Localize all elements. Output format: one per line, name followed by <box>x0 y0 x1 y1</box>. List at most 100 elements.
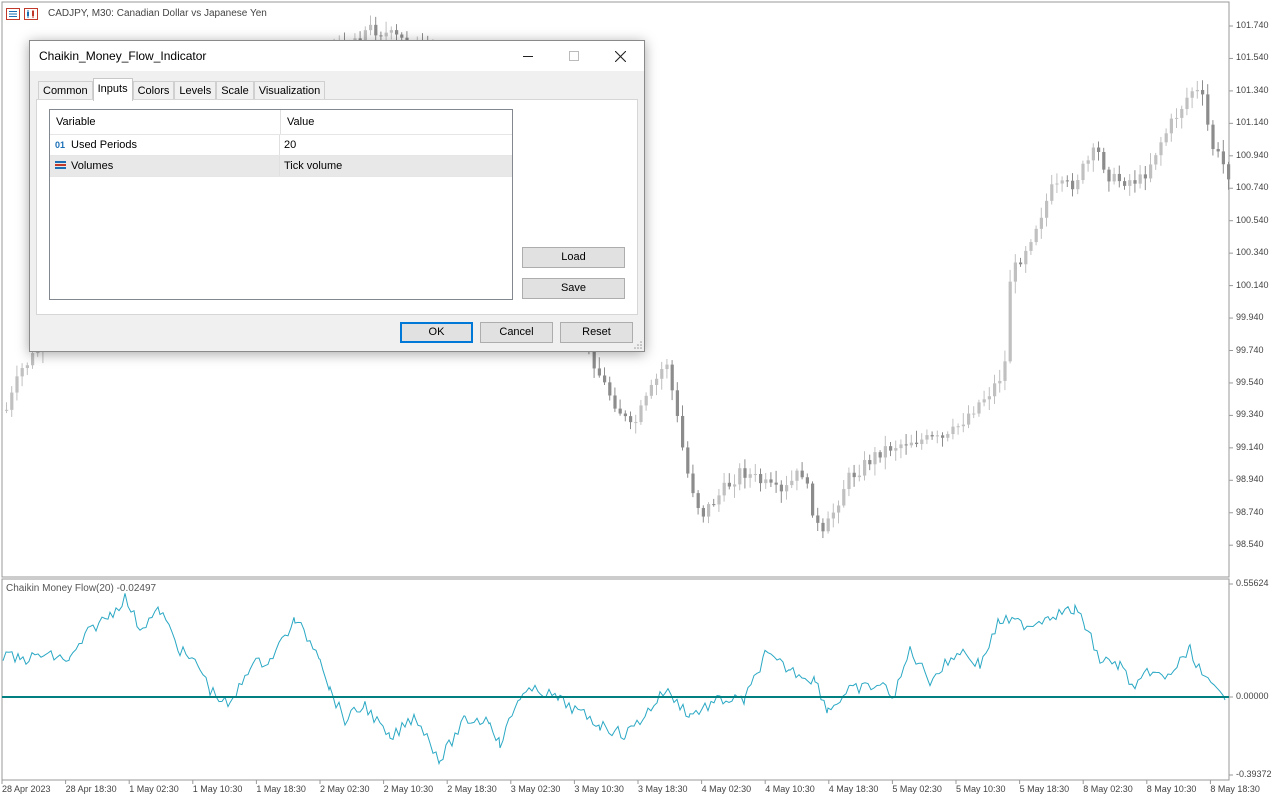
save-button[interactable]: Save <box>522 278 625 299</box>
candle-body <box>1102 151 1106 170</box>
resize-grip-icon[interactable] <box>634 341 642 349</box>
candle-body <box>904 444 908 446</box>
header-value[interactable]: Value <box>281 110 511 134</box>
inputs-grid[interactable]: Variable Value 01 Used Periods 20 Volume… <box>49 109 513 300</box>
candle-body <box>956 426 960 428</box>
candle-body <box>842 489 846 506</box>
candle-body <box>925 435 929 440</box>
value-cell[interactable]: 20 <box>280 135 510 155</box>
candle-body <box>759 474 763 484</box>
candle-body <box>930 435 934 437</box>
candle-body <box>634 422 638 424</box>
candle-body <box>701 507 705 517</box>
candle-body <box>821 522 825 532</box>
time-tick-label: 1 May 02:30 <box>129 784 179 794</box>
candle-body <box>816 515 820 523</box>
time-tick-label: 5 May 02:30 <box>892 784 942 794</box>
price-tick-label: 99.740 <box>1236 344 1264 355</box>
candle-body <box>1055 183 1059 185</box>
grid-row-used-periods[interactable]: 01 Used Periods 20 <box>50 135 512 156</box>
candle-body <box>1216 149 1220 152</box>
candle-body <box>1086 160 1090 164</box>
time-tick-label: 3 May 18:30 <box>638 784 688 794</box>
candle-body <box>1071 180 1075 190</box>
candle-body <box>613 395 617 409</box>
tab-inputs[interactable]: Inputs <box>92 78 133 101</box>
indicator-dialog: Chaikin_Money_Flow_Indicator Common Inpu… <box>29 40 645 352</box>
grid-header: Variable Value <box>50 110 512 135</box>
candle-body <box>852 472 856 478</box>
candle-body <box>1159 142 1163 156</box>
candle-body <box>1050 184 1054 201</box>
candle-body <box>987 396 991 400</box>
dialog-titlebar[interactable]: Chaikin_Money_Flow_Indicator <box>30 41 644 71</box>
candle-body <box>1154 155 1158 165</box>
candle-body <box>946 434 950 438</box>
tab-scale[interactable]: Scale <box>216 81 254 101</box>
candle-body <box>785 485 789 492</box>
value-cell[interactable]: Tick volume <box>280 156 510 176</box>
candle-body <box>738 468 742 485</box>
candle-body <box>868 460 872 465</box>
price-tick-label: 100.740 <box>1236 182 1269 193</box>
ok-button[interactable]: OK <box>400 322 473 343</box>
time-tick-label: 4 May 02:30 <box>701 784 752 794</box>
candle-body <box>1003 361 1007 381</box>
price-tick-label: 98.740 <box>1236 506 1264 517</box>
enum-list-icon <box>54 160 66 172</box>
candle-body <box>1060 180 1064 184</box>
candle-body <box>1013 262 1017 282</box>
price-tick-label: 99.540 <box>1236 376 1264 387</box>
header-variable[interactable]: Variable <box>50 110 281 134</box>
candle-body <box>623 413 627 417</box>
price-tick-label: 100.940 <box>1236 149 1269 160</box>
candle-body <box>1149 164 1153 179</box>
dialog-title: Chaikin_Money_Flow_Indicator <box>39 49 207 63</box>
candle-body <box>790 480 794 486</box>
candle-body <box>608 382 612 396</box>
candle-body <box>670 364 674 391</box>
candle-body <box>655 378 659 385</box>
maximize-button <box>551 41 597 71</box>
candle-body <box>1180 109 1184 118</box>
cmf-line <box>2 593 1226 766</box>
candle-body <box>1206 94 1210 125</box>
cancel-button[interactable]: Cancel <box>480 322 553 343</box>
grid-row-volumes[interactable]: Volumes Tick volume <box>50 156 512 177</box>
close-button[interactable] <box>597 41 643 71</box>
candle-body <box>764 479 768 484</box>
window-list-icon[interactable] <box>6 8 20 20</box>
candle-body <box>681 415 685 448</box>
time-tick-label: 2 May 18:30 <box>447 784 497 794</box>
candle-body <box>1065 180 1069 182</box>
candle-body <box>1097 147 1101 152</box>
candle-body <box>993 383 997 397</box>
candle-body <box>20 368 24 377</box>
candle-body <box>1195 89 1199 92</box>
time-tick-label: 1 May 18:30 <box>256 784 306 794</box>
variable-cell: 01 Used Periods <box>50 135 280 155</box>
indicator-label: Chaikin Money Flow(20) -0.02497 <box>6 583 157 594</box>
time-tick-label: 28 Apr 2023 <box>2 784 51 794</box>
candle-body <box>1091 147 1095 161</box>
price-tick-label: 101.740 <box>1236 20 1269 30</box>
candle-body <box>1133 180 1137 184</box>
candle-body <box>748 474 752 478</box>
tab-common[interactable]: Common <box>38 81 93 101</box>
candle-body <box>779 484 783 492</box>
candle-body <box>369 24 373 31</box>
tab-visualization[interactable]: Visualization <box>253 81 326 101</box>
tab-levels[interactable]: Levels <box>174 81 217 101</box>
candle-body <box>1201 89 1205 95</box>
price-tick-label: 101.140 <box>1236 117 1269 128</box>
time-tick-label: 8 May 10:30 <box>1146 784 1197 794</box>
candle-body <box>1112 173 1116 182</box>
minimize-button[interactable] <box>505 41 551 71</box>
load-button[interactable]: Load <box>522 247 625 268</box>
candle-body <box>639 405 643 423</box>
chart-type-icon[interactable] <box>24 8 38 20</box>
reset-button[interactable]: Reset <box>560 322 633 343</box>
time-tick-label: 1 May 10:30 <box>192 784 243 794</box>
candle-body <box>1008 281 1012 362</box>
tab-colors[interactable]: Colors <box>132 81 175 101</box>
